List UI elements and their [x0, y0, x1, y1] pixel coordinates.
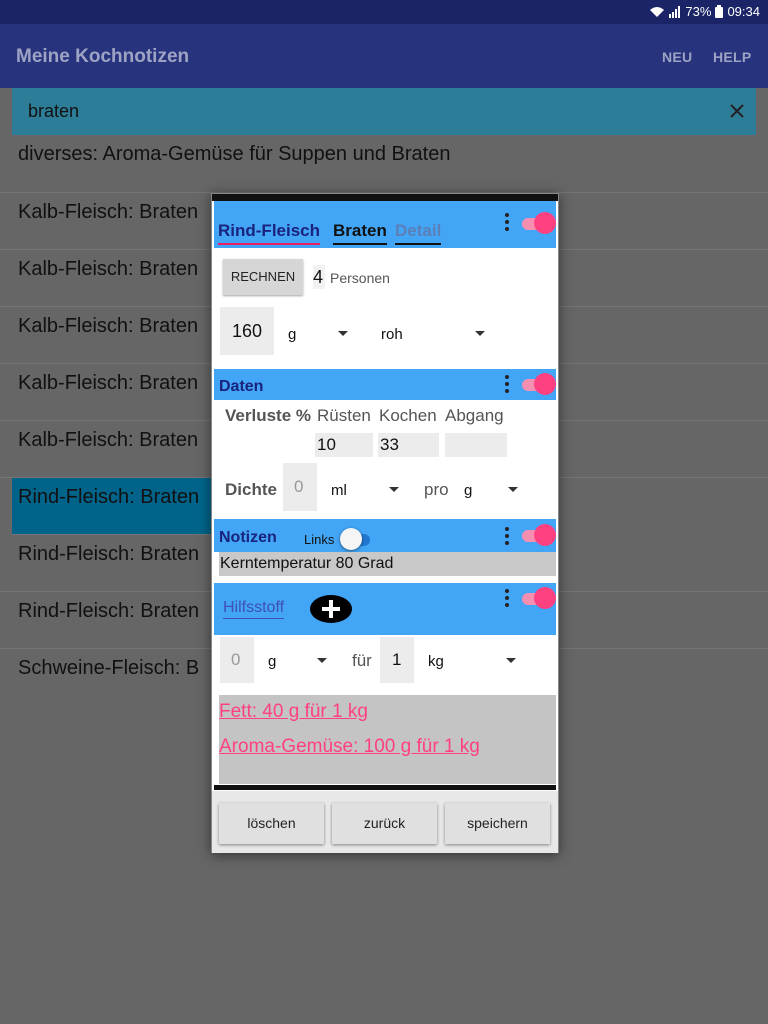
- notes-field[interactable]: Kerntemperatur 80 Grad: [219, 552, 556, 576]
- ruesten-label: Rüsten: [317, 406, 371, 425]
- app-bar: Meine Kochnotizen NEU HELP: [0, 24, 768, 88]
- hilfsstoff-link[interactable]: Fett: 40 g für 1 kg: [219, 701, 368, 723]
- dichte-input[interactable]: 0: [283, 463, 317, 511]
- chevron-down-icon[interactable]: [506, 658, 516, 663]
- chevron-down-icon[interactable]: [338, 331, 348, 336]
- header-bar: Rind-Fleisch Braten Detail: [214, 201, 556, 248]
- ruesten-input[interactable]: 10: [315, 433, 373, 457]
- rechnen-button[interactable]: RECHNEN: [223, 259, 303, 295]
- abgang-input[interactable]: [445, 433, 507, 457]
- tab-braten[interactable]: Braten: [333, 221, 387, 245]
- chevron-down-icon[interactable]: [389, 487, 399, 492]
- chevron-down-icon[interactable]: [317, 658, 327, 663]
- tab-category[interactable]: Rind-Fleisch: [218, 221, 321, 245]
- hilfsstoff-dropdown[interactable]: Hilfsstoff: [223, 599, 285, 619]
- notizen-title: Notizen: [219, 529, 277, 546]
- close-icon[interactable]: [726, 100, 748, 122]
- chevron-down-icon[interactable]: [508, 487, 518, 492]
- more-icon[interactable]: [505, 213, 509, 234]
- dialog-top-bar: [212, 194, 558, 201]
- per-unit-dropdown[interactable]: kg: [428, 653, 444, 670]
- save-button[interactable]: speichern: [445, 803, 550, 844]
- links-label: Links: [304, 532, 335, 547]
- hilfsstoff-toggle[interactable]: [522, 587, 556, 611]
- battery-icon: [715, 5, 724, 18]
- clock: 09:34: [727, 4, 760, 19]
- battery-percent: 73%: [685, 4, 712, 19]
- list-item[interactable]: diverses: Aroma-Gemüse für Suppen und Br…: [0, 135, 768, 193]
- daten-toggle[interactable]: [522, 373, 556, 397]
- app-title: Meine Kochnotizen: [16, 46, 190, 67]
- add-icon[interactable]: [309, 594, 353, 624]
- list-item-selected[interactable]: Rind-Fleisch: Braten: [12, 478, 212, 535]
- links-toggle[interactable]: [340, 528, 374, 552]
- status-bar: 73% 09:34: [0, 0, 768, 24]
- dichte-unit-dropdown[interactable]: ml: [331, 482, 347, 499]
- delete-button[interactable]: löschen: [219, 803, 324, 844]
- detail-dialog: Rind-Fleisch Braten Detail RECHNEN 4 Per…: [211, 193, 559, 853]
- notizen-header: Notizen Links: [214, 519, 556, 552]
- abgang-label: Abgang: [445, 406, 504, 425]
- divider: [214, 785, 556, 790]
- more-icon[interactable]: [505, 375, 509, 396]
- header-toggle[interactable]: [522, 212, 556, 236]
- search-bar[interactable]: braten: [12, 88, 756, 135]
- help-button[interactable]: HELP: [713, 49, 752, 65]
- back-button[interactable]: zurück: [332, 803, 437, 844]
- search-input[interactable]: braten: [28, 101, 79, 122]
- wifi-icon: [650, 6, 665, 17]
- signal-icon: [669, 5, 681, 18]
- daten-header: Daten: [214, 369, 556, 400]
- notizen-toggle[interactable]: [522, 524, 556, 548]
- tab-detail[interactable]: Detail: [395, 221, 442, 245]
- hilfsstoff-header: Hilfsstoff: [214, 583, 556, 635]
- new-button[interactable]: NEU: [662, 49, 692, 65]
- per-value-input[interactable]: 1: [380, 637, 414, 683]
- unit-dropdown[interactable]: g: [288, 326, 296, 343]
- dichte-label: Dichte: [225, 480, 277, 499]
- kochen-label: Kochen: [379, 406, 437, 425]
- hilfsstoff-list: Fett: 40 g für 1 kg Aroma-Gemüse: 100 g …: [219, 695, 556, 784]
- hilfsstoff-unit-dropdown[interactable]: g: [268, 653, 276, 670]
- state-dropdown[interactable]: roh: [381, 326, 403, 343]
- daten-title: Daten: [219, 378, 264, 395]
- amount-input[interactable]: 160: [220, 307, 274, 355]
- chevron-down-icon[interactable]: [475, 331, 485, 336]
- more-icon[interactable]: [505, 527, 509, 548]
- more-icon[interactable]: [505, 589, 509, 610]
- hilfsstoff-link[interactable]: Aroma-Gemüse: 100 g für 1 kg: [219, 736, 480, 758]
- fuer-label: für: [352, 651, 372, 670]
- hilfsstoff-amount-input[interactable]: 0: [220, 637, 254, 683]
- pro-unit-dropdown[interactable]: g: [464, 482, 472, 499]
- persons-input[interactable]: 4: [313, 265, 325, 289]
- verluste-label: Verluste %: [225, 406, 311, 425]
- pro-label: pro: [424, 480, 449, 499]
- kochen-input[interactable]: 33: [378, 433, 439, 457]
- persons-label: Personen: [330, 270, 390, 286]
- dialog-footer: löschen zurück speichern: [212, 791, 558, 853]
